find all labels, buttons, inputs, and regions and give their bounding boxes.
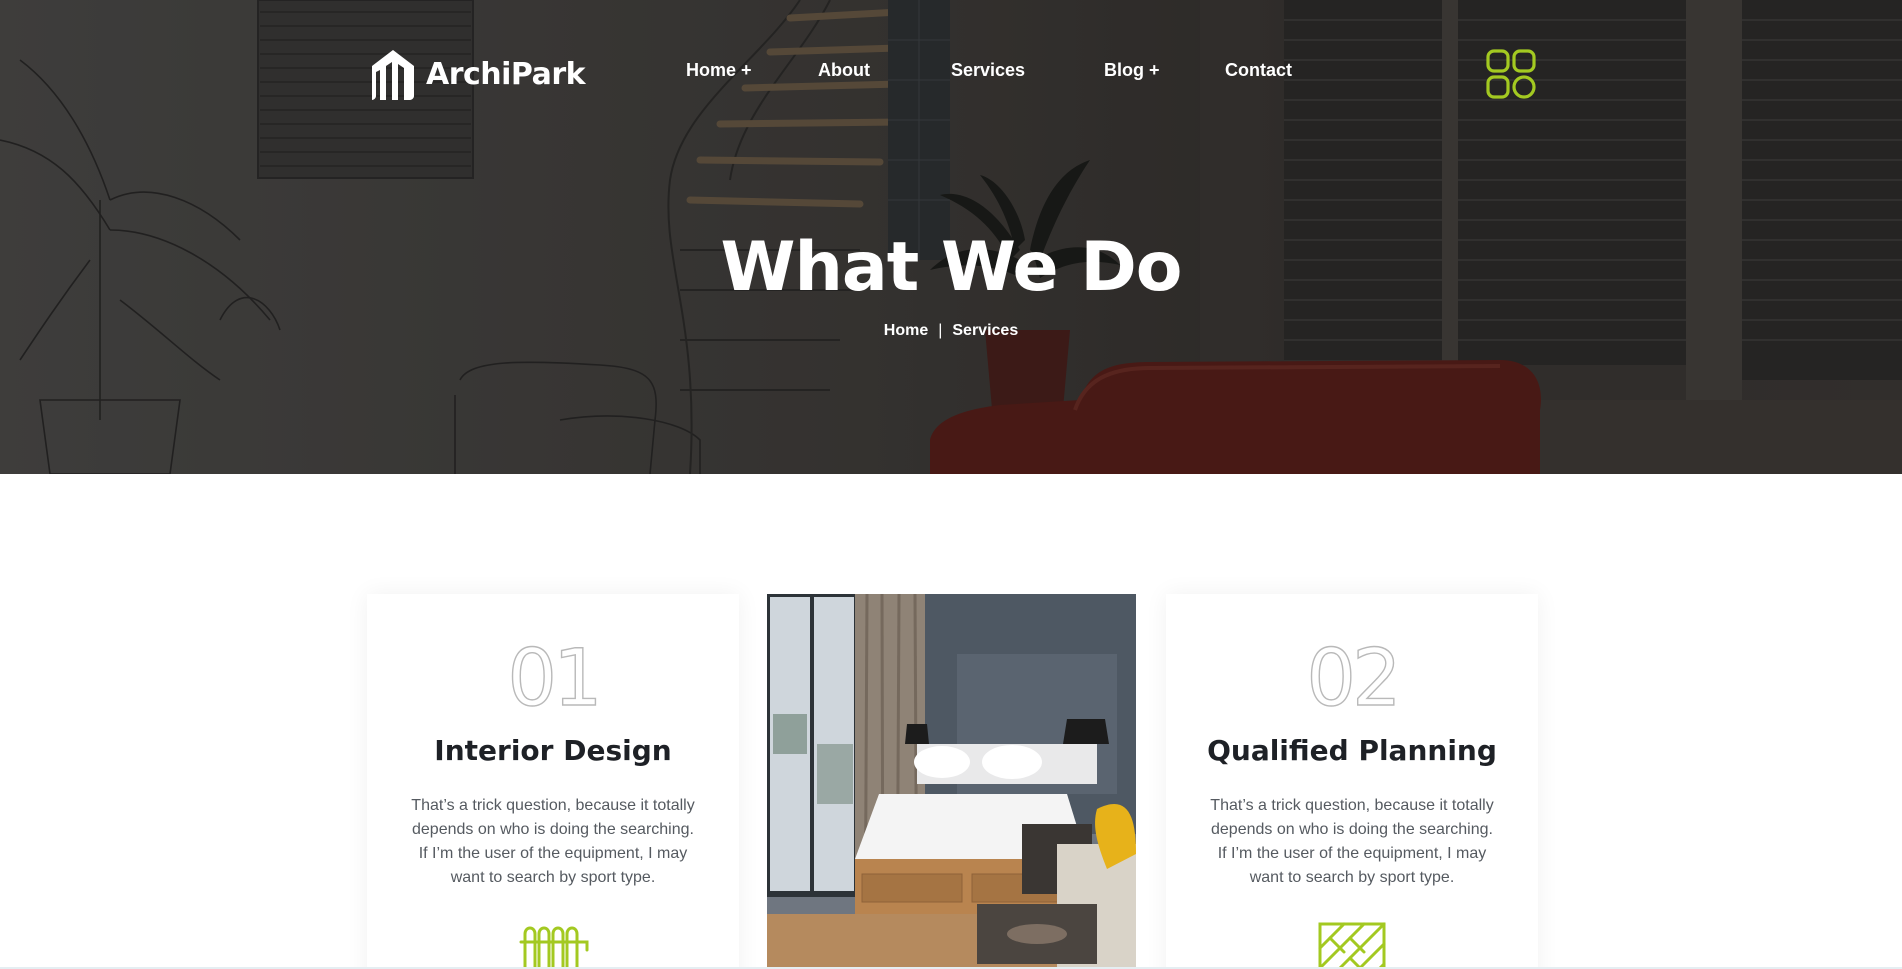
breadcrumb-home[interactable]: Home bbox=[884, 322, 928, 340]
service-description: That’s a trick question, because it tota… bbox=[1210, 797, 1494, 886]
service-number: 01 bbox=[507, 634, 604, 724]
nav-blog[interactable]: Blog + bbox=[1104, 60, 1160, 81]
service-title[interactable]: Interior Design bbox=[367, 734, 739, 767]
hero-banner: ArchiPark Home + About Services Blog + C… bbox=[0, 0, 1902, 474]
service-title[interactable]: Qualified Planning bbox=[1166, 734, 1538, 767]
service-number: 02 bbox=[1306, 634, 1403, 724]
bedroom-photo bbox=[767, 594, 1136, 969]
nav-home[interactable]: Home + bbox=[686, 60, 752, 81]
parquet-floor-icon bbox=[1318, 922, 1386, 969]
bedroom-image bbox=[767, 594, 1136, 969]
breadcrumb: Home | Services bbox=[0, 322, 1902, 340]
breadcrumb-current: Services bbox=[952, 322, 1019, 339]
service-card-qualified-planning[interactable]: 02 Qualified Planning That’s a trick que… bbox=[1166, 594, 1538, 969]
breadcrumb-separator: | bbox=[938, 322, 943, 339]
nav-about[interactable]: About bbox=[818, 60, 870, 81]
grid-menu-icon[interactable] bbox=[1485, 48, 1537, 100]
nav-services[interactable]: Services bbox=[951, 60, 1025, 81]
radiator-icon bbox=[519, 926, 589, 969]
main-navigation: Home + About Services Blog + Contact bbox=[0, 60, 1902, 84]
page-title: What We Do bbox=[720, 228, 1182, 307]
service-card-interior-design[interactable]: 01 Interior Design That’s a trick questi… bbox=[367, 594, 739, 969]
service-description: That’s a trick question, because it tota… bbox=[411, 797, 695, 886]
nav-contact[interactable]: Contact bbox=[1225, 60, 1292, 81]
